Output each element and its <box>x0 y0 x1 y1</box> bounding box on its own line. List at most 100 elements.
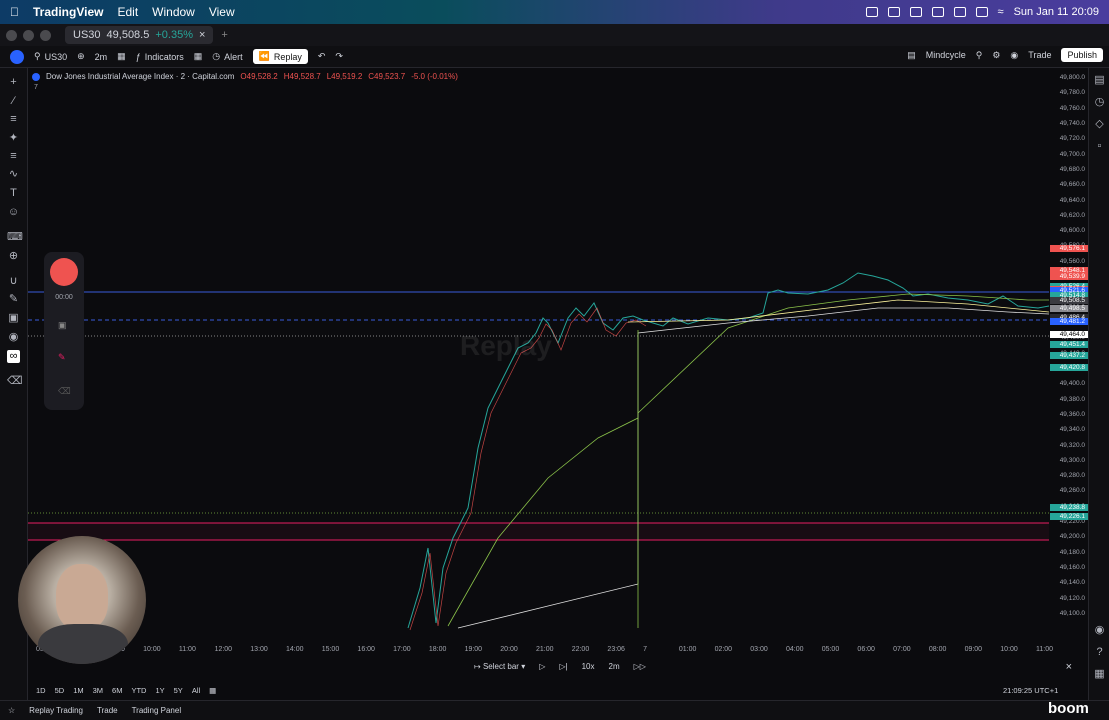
range-button[interactable]: 5D <box>55 686 65 695</box>
range-button[interactable]: 1D <box>36 686 46 695</box>
close-window-button[interactable] <box>6 29 17 41</box>
range-button[interactable]: 3M <box>93 686 103 695</box>
crosshair-icon[interactable]: + <box>7 76 20 89</box>
step-forward-button[interactable]: ▷| <box>559 662 567 671</box>
search-icon[interactable]: ⚲ <box>976 50 983 61</box>
status-icon[interactable] <box>865 7 878 17</box>
apple-icon[interactable]:  <box>10 5 19 19</box>
layout-name[interactable]: Mindcycle <box>926 50 966 60</box>
trash-icon[interactable]: ⌫ <box>7 375 23 388</box>
star-icon[interactable]: ☆ <box>8 706 15 715</box>
close-icon[interactable]: × <box>199 29 205 41</box>
range-button[interactable]: 1M <box>73 686 83 695</box>
range-button[interactable]: 6M <box>112 686 122 695</box>
menu-edit[interactable]: Edit <box>117 5 138 19</box>
jump-to-realtime-button[interactable]: ▷▷ <box>634 662 646 671</box>
gear-icon[interactable]: ⚙ <box>992 50 1000 61</box>
brush-icon[interactable]: ∿ <box>7 168 20 181</box>
templates-icon[interactable]: ▦ <box>194 51 203 62</box>
range-button[interactable]: All <box>192 686 200 695</box>
price-tick: 49,260.0 <box>1059 487 1085 495</box>
new-tab-button[interactable]: + <box>221 29 227 41</box>
record-button[interactable] <box>50 258 78 286</box>
clock[interactable]: Sun Jan 11 20:09 <box>1014 6 1099 18</box>
pen-icon[interactable]: ✎ <box>58 352 66 363</box>
notifications-icon[interactable]: ◉ <box>1093 624 1106 637</box>
chart-tab[interactable]: US30 49,508.5 +0.35% × <box>65 26 214 44</box>
forecast-icon[interactable]: ≡ <box>7 150 20 163</box>
utc-clock[interactable]: 21:09:25 UTC+1 <box>1003 686 1058 695</box>
emoji-icon[interactable]: ☺ <box>7 206 20 219</box>
legend-title[interactable]: Dow Jones Industrial Average Index · 2 ·… <box>46 72 234 81</box>
range-bar: 1D 5D 1M 3M 6M YTD 1Y 5Y All ▦ <box>28 682 1088 698</box>
undo-button[interactable]: ↶ <box>318 51 326 62</box>
layers-icon[interactable]: ◇ <box>1093 118 1106 131</box>
avatar[interactable] <box>10 49 24 64</box>
alerts-icon[interactable]: ◷ <box>1093 96 1106 109</box>
lock-drawings-icon[interactable]: ✎ <box>7 293 20 306</box>
trash-icon[interactable]: ⌫ <box>58 386 71 397</box>
indicator-count[interactable]: 7 <box>34 84 38 91</box>
camera-icon[interactable]: ▣ <box>58 320 67 331</box>
apps-grid-icon[interactable]: ▦ <box>1093 668 1106 681</box>
redo-button[interactable]: ↷ <box>335 51 343 62</box>
fib-icon[interactable]: ≡ <box>7 113 20 126</box>
close-replay-button[interactable]: × <box>1066 661 1072 673</box>
status-icon[interactable] <box>953 7 966 17</box>
trendline-icon[interactable]: ∕ <box>7 95 20 108</box>
menu-window[interactable]: Window <box>152 5 195 19</box>
add-symbol-button[interactable]: ⊕ <box>77 51 85 62</box>
menu-view[interactable]: View <box>209 5 235 19</box>
link-icon[interactable]: ∞ <box>7 350 20 363</box>
replay-interval-button[interactable]: 2m <box>609 662 620 671</box>
eye-icon[interactable]: ◉ <box>7 331 20 344</box>
trade-button[interactable]: Trade <box>1028 50 1051 60</box>
time-tick: 06:00 <box>857 646 875 653</box>
price-tick: 49,740.0 <box>1059 119 1085 127</box>
help-icon[interactable]: ? <box>1093 646 1106 659</box>
text-icon[interactable]: T <box>7 187 20 200</box>
time-axis[interactable]: 05:00 08:00 09:00 10:00 11:00 12:00 13:00 14:00… <box>28 643 1088 656</box>
ruler-icon[interactable]: ⌨ <box>7 231 23 244</box>
camera-icon[interactable]: ◉ <box>1010 50 1018 61</box>
status-icon[interactable] <box>887 7 900 17</box>
price-tick: 49,280.0 <box>1059 472 1085 480</box>
lock-icon[interactable]: ▣ <box>7 312 20 325</box>
battery-icon[interactable] <box>975 7 988 17</box>
search-input[interactable]: US30 <box>45 52 68 62</box>
symbol-search[interactable]: ⚲ US30 <box>34 51 67 62</box>
chat-icon[interactable]: ▫ <box>1093 140 1106 153</box>
price-axis[interactable]: 49,800.0 49,780.0 49,760.0 49,740.0 49,720.0… <box>1049 68 1088 646</box>
status-icon[interactable] <box>909 7 922 17</box>
range-button[interactable]: YTD <box>131 686 146 695</box>
layout-icon[interactable]: ▤ <box>907 50 916 61</box>
candles-icon[interactable]: ▦ <box>117 51 126 62</box>
app-menu[interactable]: TradingView <box>33 5 103 19</box>
footer-tab-replay-trading[interactable]: Replay Trading <box>29 706 83 715</box>
indicators-button[interactable]: ƒ Indicators <box>136 52 184 62</box>
calendar-icon[interactable]: ▦ <box>209 686 216 695</box>
range-button[interactable]: 5Y <box>174 686 183 695</box>
cursor-icon: ↦ <box>474 662 483 671</box>
wifi-icon[interactable]: ≈ <box>998 6 1004 18</box>
status-icon[interactable] <box>931 7 944 17</box>
zoom-icon[interactable]: ⊕ <box>7 250 20 263</box>
watchlist-icon[interactable]: ▤ <box>1093 74 1106 87</box>
select-bar-button[interactable]: ↦ Select bar ▾ <box>474 662 525 671</box>
zoom-window-button[interactable] <box>40 29 51 41</box>
publish-button[interactable]: Publish <box>1061 48 1103 62</box>
play-button[interactable]: ▷ <box>539 662 545 671</box>
footer-tab-trade[interactable]: Trade <box>97 706 118 715</box>
replay-button[interactable]: ⏪ Replay <box>252 49 308 64</box>
price-tick: 49,780.0 <box>1059 89 1085 97</box>
alert-button[interactable]: ◷ Alert <box>212 51 242 62</box>
speed-button[interactable]: 10x <box>582 662 595 671</box>
minimize-window-button[interactable] <box>23 29 34 41</box>
magnet-icon[interactable]: ∪ <box>7 275 20 288</box>
interval-button[interactable]: 2m <box>95 52 108 62</box>
range-button[interactable]: 1Y <box>155 686 164 695</box>
time-tick: 10:00 <box>1000 646 1018 653</box>
footer-tab-trading-panel[interactable]: Trading Panel <box>132 706 182 715</box>
price-tick: 49,200.0 <box>1059 533 1085 541</box>
pattern-icon[interactable]: ✦ <box>7 132 20 145</box>
